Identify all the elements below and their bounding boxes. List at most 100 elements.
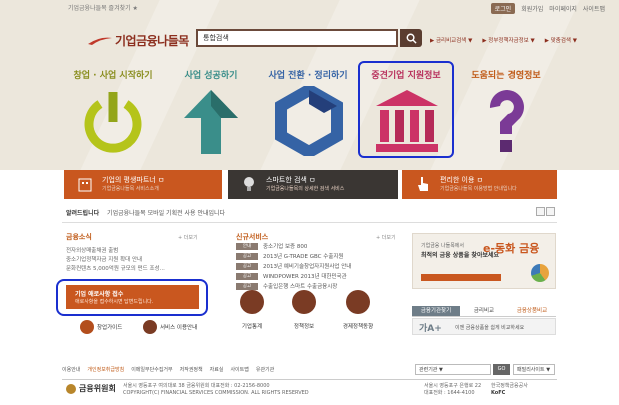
footer-link[interactable]: 이용안내 (62, 366, 80, 373)
policy-fund-link[interactable]: ▶ 정부정책자금정보 ▼ (482, 36, 534, 44)
tag-badge: 공고 (236, 262, 258, 270)
list-item[interactable]: 공고 2013년 G-TRADE GBC 수출지원 (236, 251, 351, 261)
list-text: 2013년 G-TRADE GBC 수출지원 (263, 254, 344, 260)
finance-news-title: 금융소식 (66, 233, 92, 241)
pie-graphic-icon (531, 264, 549, 282)
hand-pointer-icon (418, 177, 428, 191)
list-item[interactable]: 중소기업정책자금 지원 확대 안내 (66, 256, 165, 265)
list-item[interactable]: 문화컨텐츠 5,000억원 규모의 펀드 조성... (66, 265, 165, 274)
power-icon[interactable] (78, 86, 148, 156)
feature-bar-usage[interactable]: 편리한 이용 ㅁ 기업금융나들목 이용방법 안내입니다 (402, 170, 557, 199)
search-button[interactable] (400, 29, 422, 47)
compare-box[interactable]: 가A+ 이젠 금융상품을 쉽게 비교하세요 (412, 318, 556, 335)
notice-ticker[interactable]: 알려드립니다 기업금융나들목 모바일 기획전 사용 안내입니다 (66, 208, 225, 217)
tab-institution[interactable]: 금융기관찾기 (412, 306, 460, 316)
refresh-ring-icon[interactable] (274, 86, 344, 156)
sitemap-link[interactable]: 사이트맵 (583, 4, 605, 13)
logo-swoosh-icon (88, 37, 112, 45)
list-item[interactable]: 전자외상매출채권 출범 (66, 247, 165, 256)
feature-bar-partner[interactable]: 기업의 평생파트너 ㅁ 기업금융나들목 서비스소개 (64, 170, 222, 199)
highlight-box (358, 61, 454, 158)
family-sites-select[interactable]: 패밀리사이트 ▼ (513, 364, 555, 375)
bookmark-link[interactable]: 기업금융나들목 즐겨찾기 ★ (68, 3, 138, 12)
policy-icon[interactable] (292, 290, 316, 314)
tag-badge: 안내 (236, 242, 258, 250)
rate-compare-link[interactable]: ▶ 금리비교검색 ▼ (430, 36, 472, 44)
list-item[interactable]: 안내 중소기업 보증 800 (236, 241, 351, 251)
circle-label[interactable]: 경제정책동향 (338, 322, 378, 330)
custom-search-link[interactable]: ▶ 맞춤검색 ▼ (545, 36, 577, 44)
mypage-link[interactable]: 마이페이지 (549, 4, 577, 13)
banner-brand: e-동화 금융 (483, 242, 540, 255)
search-input[interactable] (196, 29, 398, 47)
fsc-logo: 금융위원회 (66, 383, 116, 394)
footer-link[interactable]: 이메일무단수집거부 (131, 366, 172, 373)
related-sites-select[interactable]: 관련기관 ▼ (415, 364, 491, 375)
org-name: 금융위원회 (79, 384, 116, 393)
feature-sub: 기업금융나들목 이용방법 안내입니다 (440, 186, 517, 192)
service-guide-link[interactable]: 서비스 이용안내 (143, 320, 197, 334)
category-management[interactable]: 도움되는 경영정보 (456, 68, 556, 81)
kofc-logo: 한국정책금융공사 KoFC (491, 383, 528, 397)
footer-link-privacy[interactable]: 개인정보취급방침 (87, 366, 124, 373)
trend-icon[interactable] (346, 290, 370, 314)
compare-tabs: 금융기관찾기 금리비교 금융상품비교 (412, 306, 556, 317)
copyright-line: COPYRIGHT(C) FINANCIAL SERVICES COMMISSI… (123, 390, 309, 396)
tab-rate[interactable]: 금리비교 (460, 306, 508, 316)
guide-icon (80, 320, 94, 334)
banner-strip (421, 274, 501, 281)
go-button[interactable]: GO (493, 364, 510, 375)
tag-badge: 공고 (236, 252, 258, 260)
category-transition[interactable]: 사업 전환 · 정리하기 (258, 68, 358, 81)
prev-arrow-icon[interactable] (536, 207, 545, 216)
promo-banner[interactable]: 기업금융 나들목에서 최적의 금융 상품을 찾아보세요 e-동화 금융 (412, 233, 556, 289)
feature-sub: 기업금융나들목 서비스소개 (102, 186, 159, 192)
footer-link[interactable]: 사이트맵 (230, 366, 248, 373)
kofc-name: 한국정책금융공사 (491, 383, 528, 389)
arrow-up-icon[interactable] (176, 86, 246, 156)
feature-bar-search[interactable]: 스마트한 검색 ㅁ 기업금융나들목의 상세한 검색 서비스 (228, 170, 398, 199)
new-services-list: 안내 중소기업 보증 800 공고 2013년 G-TRADE GBC 수출지원 공… (236, 241, 351, 291)
new-services-more[interactable]: + 더보기 (376, 234, 396, 241)
highlight-oval (56, 279, 208, 316)
address-line: 서울시 영등포구 여의대로 38 금융위원회 대표전화 : 02-2156-80… (123, 383, 270, 389)
banner-line1: 기업금융 나들목에서 (421, 243, 464, 249)
list-item[interactable]: 공고 2013년 예비기술창업자지원사업 안내 (236, 261, 351, 271)
login-link[interactable]: 로그인 (490, 3, 516, 14)
feature-title: 기업의 평생파트너 ㅁ (102, 176, 165, 184)
notice-label: 알려드립니다 (66, 210, 100, 217)
category-startup[interactable]: 창업 · 사업 시작하기 (63, 68, 163, 81)
service-icon (143, 320, 157, 334)
startup-guide-link[interactable]: 창업가이드 (80, 320, 122, 334)
notice-text[interactable]: 기업금융나들목 모바일 기획전 사용 안내입니다 (107, 210, 225, 217)
finance-news-more[interactable]: + 더보기 (178, 234, 198, 241)
feature-sub: 기업금융나들목의 상세한 검색 서비스 (266, 186, 345, 192)
next-arrow-icon[interactable] (546, 207, 555, 216)
address-line: 서울시 영등포구 은행로 22 (424, 383, 482, 389)
font-size-icon: 가A+ (419, 324, 442, 334)
tab-product[interactable]: 금융상품비교 (508, 306, 556, 316)
site-logo[interactable]: 기업금융나들목 (88, 32, 189, 49)
compare-text: 이젠 금융상품을 쉽게 비교하세요 (455, 325, 525, 331)
footer-link[interactable]: 자료실 (210, 366, 224, 373)
join-link[interactable]: 회원가입 (521, 4, 543, 13)
footer-link[interactable]: 저작권정책 (180, 366, 203, 373)
list-text: WINDPOWER 2013년 대한민국관 (263, 274, 347, 280)
list-text: 중소기업 보증 800 (263, 244, 308, 250)
guide-label: 창업가이드 (97, 325, 123, 331)
quick-links: ▶ 금리비교검색 ▼ ▶ 정부정책자금정보 ▼ ▶ 맞춤검색 ▼ (430, 36, 577, 44)
finance-news-list: 전자외상매출채권 출범 중소기업정책자금 지원 확대 안내 문화컨텐츠 5,00… (66, 247, 165, 274)
stats-icon[interactable] (240, 290, 264, 314)
lightbulb-icon (244, 177, 254, 191)
footer-link[interactable]: 유관기관 (256, 366, 274, 373)
divider (62, 222, 557, 223)
circle-label[interactable]: 기업통계 (232, 322, 272, 330)
footer-links: 이용안내 개인정보취급방침 이메일무단수집거부 저작권정책 자료실 사이트맵 유… (62, 366, 274, 373)
question-mark-icon[interactable] (472, 86, 542, 156)
category-success[interactable]: 사업 성공하기 (161, 68, 261, 81)
list-item[interactable]: 공고 WINDPOWER 2013년 대한민국관 (236, 271, 351, 281)
circle-label[interactable]: 정책정보 (284, 322, 324, 330)
tag-badge: 공고 (236, 272, 258, 280)
tag-badge: 공고 (236, 282, 258, 290)
emblem-icon (66, 383, 76, 394)
